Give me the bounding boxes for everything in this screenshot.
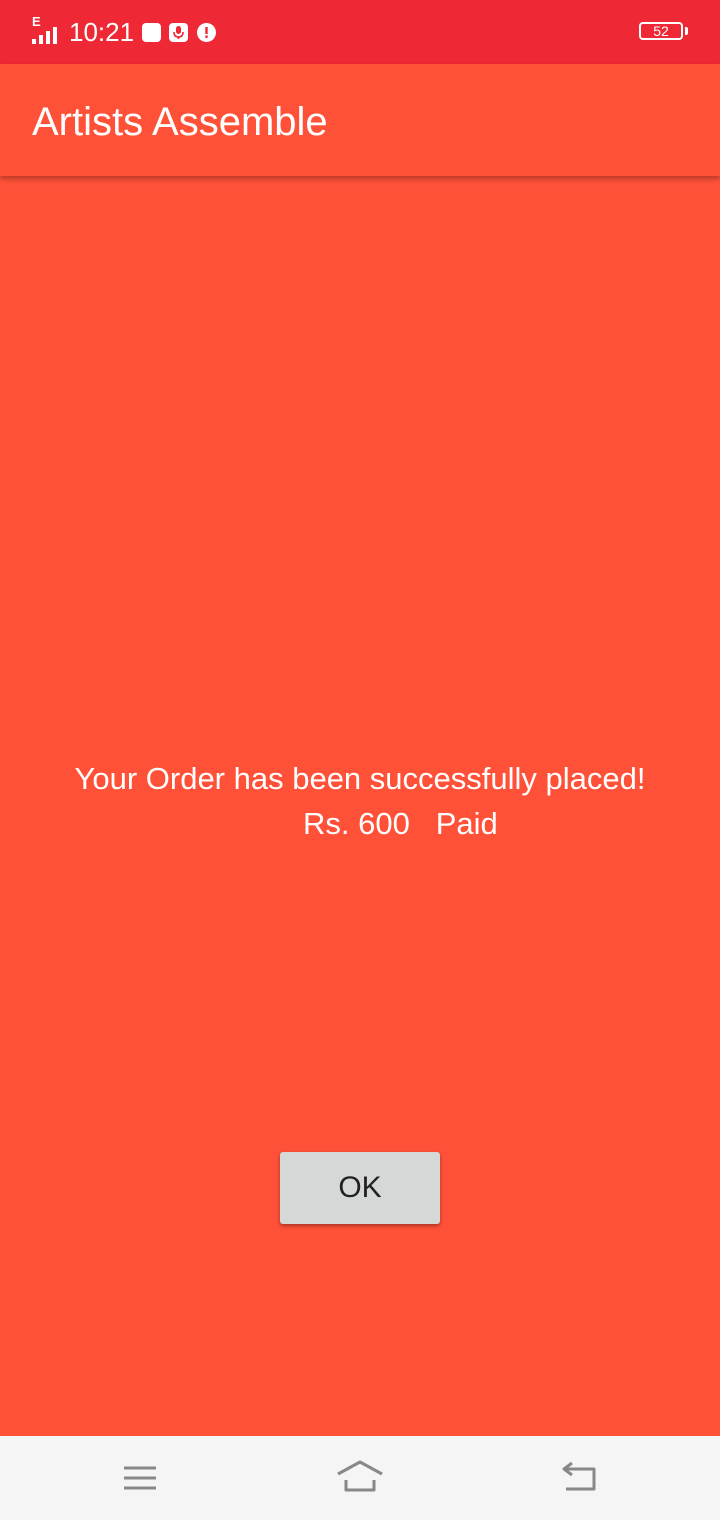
status-bar: E 10:21 52 [0,0,720,64]
network-type: E [32,14,41,29]
alert-icon [197,23,216,42]
ok-button[interactable]: OK [280,1152,440,1224]
battery-tip [685,27,688,35]
navigation-bar [0,1436,720,1520]
order-confirmation-screen: E 10:21 52 Artists Assemble Your Order h… [0,0,720,1520]
menu-icon[interactable] [118,1456,162,1500]
app-title: Artists Assemble [32,100,328,144]
battery-icon: 52 [639,22,683,40]
notification-square-icon [142,23,161,42]
app-bar: Artists Assemble [0,64,720,176]
payment-summary: Rs. 600 Paid [303,801,498,846]
mic-notification-icon [169,23,188,42]
payment-status: Paid [435,806,498,841]
order-amount: Rs. 600 [303,806,410,841]
back-icon[interactable] [558,1456,602,1500]
status-time: 10:21 [69,17,135,47]
signal-icon: E [32,14,62,44]
home-icon[interactable] [336,1456,384,1500]
battery-level: 52 [653,23,669,39]
order-success-message: Your Order has been successfully placed! [74,761,646,796]
